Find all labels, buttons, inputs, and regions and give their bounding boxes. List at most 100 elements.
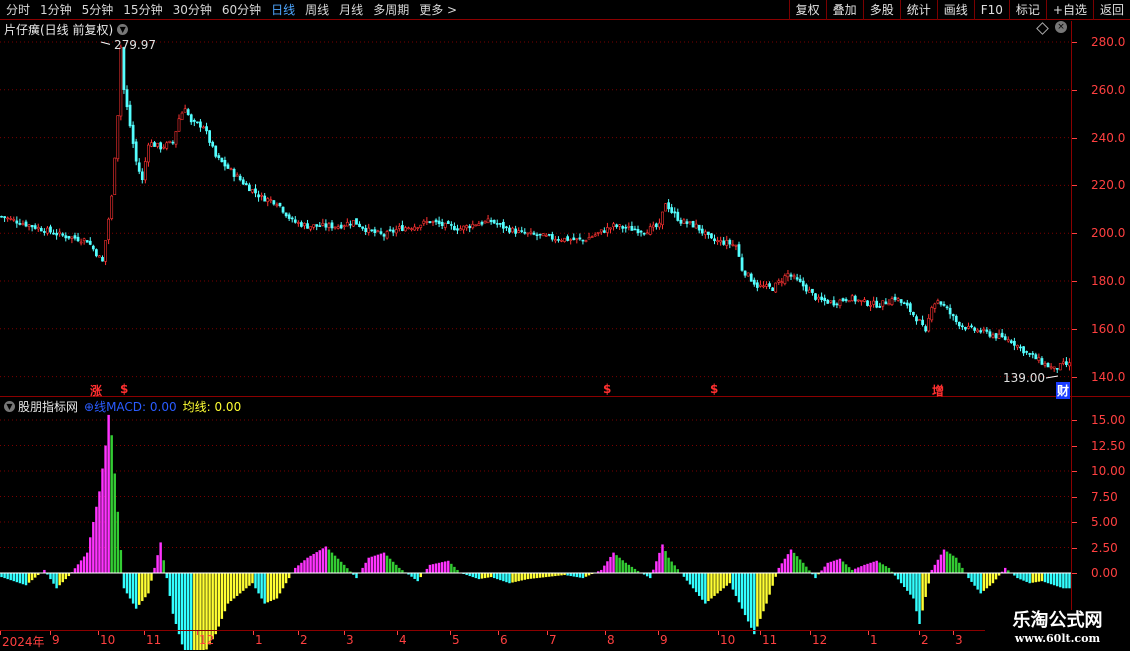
candle-body [685, 221, 689, 224]
candle-body [18, 223, 22, 225]
chart-canvas: 279.97 139.00 [0, 21, 1130, 650]
candle-body [700, 228, 704, 234]
candle-body [1055, 368, 1059, 370]
candle-body [336, 226, 340, 229]
candle-body [352, 220, 355, 227]
date-label: 2024年 [2, 635, 45, 649]
chevron-down-icon[interactable]: ▼ [4, 400, 15, 412]
date-label: 11 [146, 633, 162, 647]
candle-body [661, 211, 664, 226]
high-price-label: 279.97 [114, 38, 156, 52]
date-label: 2 [921, 633, 929, 647]
candle-body [945, 306, 949, 309]
candle-body [156, 142, 159, 147]
candle-body [578, 237, 582, 240]
candle-body [382, 234, 386, 237]
date-tick [810, 631, 811, 635]
candle-body [425, 221, 429, 223]
candle-body [202, 126, 205, 129]
candle-body [1058, 363, 1062, 371]
candle-body [177, 118, 181, 132]
candle-body [964, 326, 967, 330]
date-tick [450, 631, 451, 635]
candle-body [939, 301, 943, 305]
candle-body [832, 300, 836, 306]
date-label: 7 [549, 633, 557, 647]
candle-body [630, 225, 634, 231]
candle-body [954, 315, 958, 322]
candle-body [241, 179, 245, 185]
candle-body [348, 223, 352, 226]
candle-body [557, 239, 560, 241]
candle-body [783, 275, 787, 284]
candle-body [529, 231, 533, 234]
date-label: 9 [52, 633, 60, 647]
candle-body [419, 224, 423, 228]
candle-body [195, 121, 199, 124]
candle-body [835, 303, 839, 306]
candle-body [342, 225, 346, 227]
candle-body [694, 223, 698, 229]
candle-body [618, 224, 622, 227]
candle-body [397, 226, 401, 229]
candle-body [116, 115, 120, 160]
date-tick [144, 631, 145, 635]
candle-body [673, 211, 677, 214]
candle-body [168, 140, 172, 143]
event-marker[interactable]: 涨 [90, 382, 102, 399]
event-marker[interactable]: $ [710, 382, 718, 396]
date-label: 6 [500, 633, 508, 647]
date-tick [498, 631, 499, 635]
candle-body [642, 232, 646, 235]
event-marker[interactable]: 增 [932, 382, 944, 399]
candle-body [801, 280, 805, 287]
candle-body [863, 299, 866, 302]
candle-body [501, 221, 505, 229]
candle-body [612, 223, 615, 228]
candle-body [278, 202, 282, 207]
candle-body [205, 126, 208, 132]
candle-body [324, 223, 328, 228]
event-marker[interactable]: $ [120, 382, 128, 396]
date-tick [953, 631, 954, 635]
candle-body [532, 232, 536, 235]
candle-body [1052, 366, 1056, 369]
candle-body [1009, 340, 1013, 344]
candle-body [284, 212, 288, 217]
candle-body [587, 237, 591, 240]
date-tick [0, 631, 1, 635]
candle-body [621, 226, 625, 229]
indicator-header: ▼ 股朋指标网 ⊕线MACD: 0.00 均线: 0.00 [4, 398, 241, 414]
candle-body [970, 325, 973, 328]
candle-body [847, 300, 851, 303]
candle-body [394, 229, 398, 234]
candle-body [113, 157, 117, 195]
candle-body [547, 234, 551, 236]
date-label: 4 [399, 633, 407, 647]
date-tick [98, 631, 99, 635]
candle-body [651, 224, 655, 228]
candle-body [122, 47, 126, 90]
candle-body [780, 281, 784, 284]
candle-body [722, 240, 726, 245]
candle-body [829, 300, 833, 303]
date-tick [658, 631, 659, 635]
candle-body [321, 222, 325, 226]
avg-value: 均线: 0.00 [182, 399, 242, 414]
candle-body [327, 223, 331, 228]
candle-body [902, 302, 906, 305]
candle-body [1013, 340, 1016, 346]
event-marker[interactable]: 财 [1056, 382, 1071, 399]
candle-body [174, 131, 178, 145]
candle-body [667, 202, 670, 210]
candle-body [572, 237, 576, 241]
candle-body [550, 234, 554, 240]
candle-body [254, 188, 257, 194]
candle-body [199, 121, 202, 128]
date-label: 11 [762, 633, 778, 647]
event-marker[interactable]: $ [603, 382, 611, 396]
candle-body [752, 279, 756, 285]
candle-body [91, 245, 95, 250]
candle-body [128, 104, 132, 127]
candle-body [459, 228, 462, 231]
